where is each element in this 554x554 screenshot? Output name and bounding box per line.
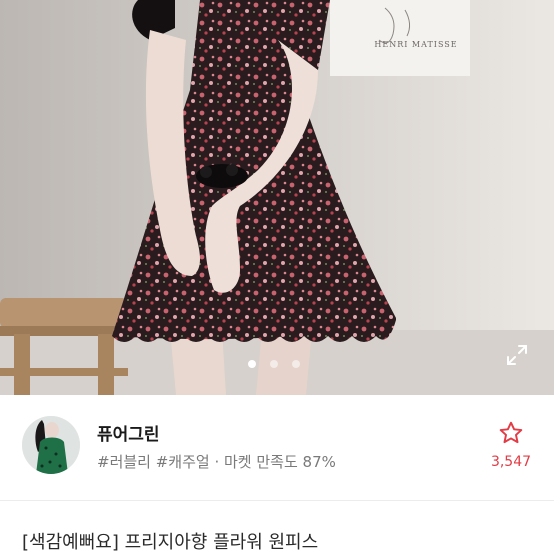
seller-avatar[interactable] (22, 416, 80, 474)
product-photo-gallery[interactable]: HENRI MATISSE (0, 0, 554, 395)
seller-tags: #러블리 #캐주얼 · 마켓 만족도 87% (97, 453, 336, 471)
expand-icon (507, 345, 527, 365)
expand-button[interactable] (500, 338, 534, 372)
carousel-dot[interactable] (248, 360, 256, 368)
favorite-count: 3,547 (490, 454, 532, 470)
poster-caption: HENRI MATISSE (374, 40, 458, 49)
product-photo (0, 0, 554, 395)
favorite-button[interactable]: 3,547 (488, 420, 534, 470)
product-title: [색감예뻐요] 프리지아향 플라워 원피스 (22, 532, 319, 553)
carousel-indicator (248, 360, 300, 368)
seller-name[interactable]: 퓨어그린 (97, 420, 160, 445)
seller-info (0, 395, 554, 500)
carousel-dot[interactable] (270, 360, 278, 368)
section-divider (0, 500, 554, 501)
avatar-image (22, 416, 80, 474)
carousel-dot[interactable] (292, 360, 300, 368)
star-outline-icon (499, 421, 523, 444)
